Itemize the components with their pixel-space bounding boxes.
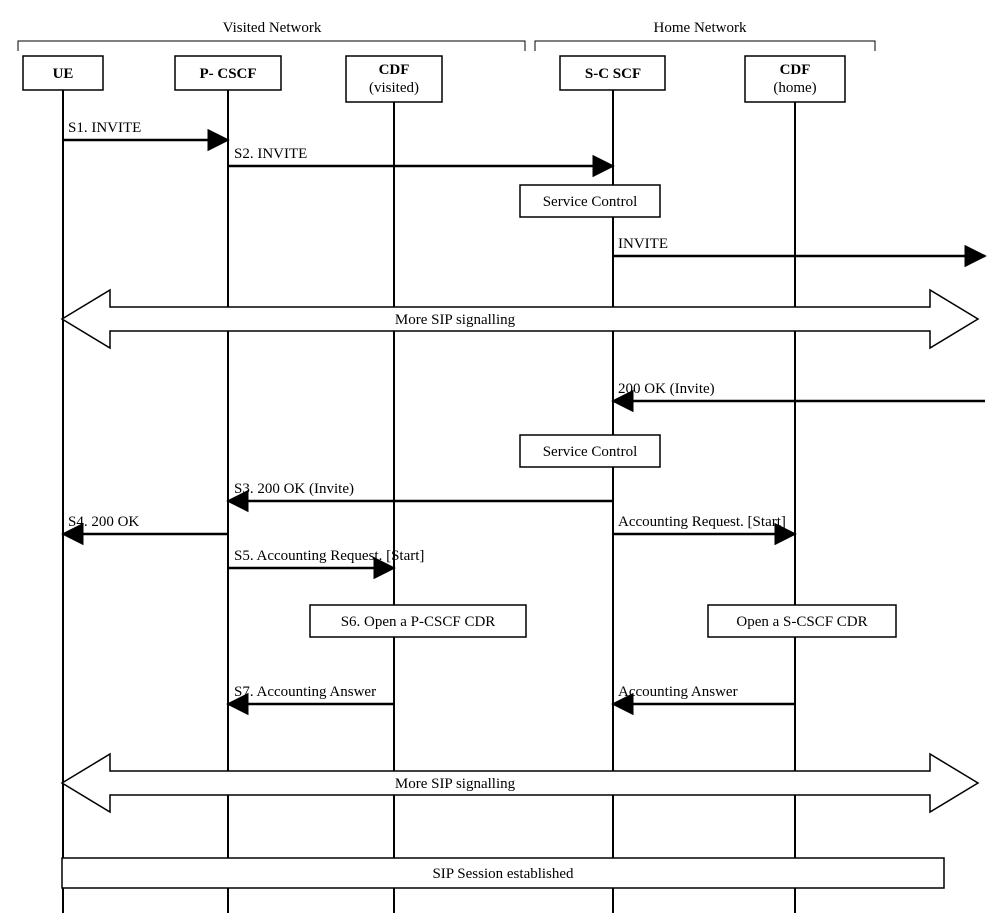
msg-s7: S7. Accounting Answer xyxy=(228,684,394,704)
visited-network-label: Visited Network xyxy=(223,20,322,36)
msg-s3: S3. 200 OK (Invite) xyxy=(228,481,613,501)
msg-s5-label: S5. Accounting Request. [Start] xyxy=(234,548,424,564)
msg-s1-label: S1. INVITE xyxy=(68,120,141,136)
msg-acct-req-home: Accounting Request. [Start] xyxy=(613,514,795,534)
msg-s7-label: S7. Accounting Answer xyxy=(234,684,376,700)
msg-s4: S4. 200 OK xyxy=(63,514,228,534)
box-open-scscf-cdr: Open a S-CSCF CDR xyxy=(708,605,896,637)
msg-acct-ans-home-label: Accounting Answer xyxy=(618,684,738,700)
msg-s3-label: S3. 200 OK (Invite) xyxy=(234,481,354,497)
home-network-label: Home Network xyxy=(654,20,747,36)
msg-s1: S1. INVITE xyxy=(63,120,228,140)
more-sip-2: More SIP signalling xyxy=(62,754,978,812)
box-session-established: SIP Session established xyxy=(62,858,944,888)
lifeline-cdf-visited-label: CDF xyxy=(379,62,410,78)
msg-acct-ans-home: Accounting Answer xyxy=(613,684,795,704)
more-sip-2-label: More SIP signalling xyxy=(395,776,516,792)
box-open-pcscf-cdr: S6. Open a P-CSCF CDR xyxy=(310,605,526,637)
svc-ctrl-1-label: Service Control xyxy=(543,194,638,210)
more-sip-1-label: More SIP signalling xyxy=(395,312,516,328)
box-service-control-1: Service Control xyxy=(520,185,660,217)
lifeline-pcscf-label: P- CSCF xyxy=(199,66,256,82)
session-established-label: SIP Session established xyxy=(432,866,574,882)
svc-ctrl-2-label: Service Control xyxy=(543,444,638,460)
box-open-scscf-cdr-label: Open a S-CSCF CDR xyxy=(736,614,867,630)
msg-200ok-in: 200 OK (Invite) xyxy=(613,381,985,401)
home-network-bracket: Home Network xyxy=(535,20,875,51)
more-sip-1: More SIP signalling xyxy=(62,290,978,348)
lifeline-scscf-label: S-C SCF xyxy=(585,66,641,82)
lifeline-cdf-home-sub: (home) xyxy=(773,80,816,96)
msg-s2: S2. INVITE xyxy=(228,146,613,166)
msg-s4-label: S4. 200 OK xyxy=(68,514,139,530)
msg-invite-out: INVITE xyxy=(613,236,985,256)
msg-invite-out-label: INVITE xyxy=(618,236,668,252)
visited-network-bracket: Visited Network xyxy=(18,20,525,51)
msg-200ok-in-label: 200 OK (Invite) xyxy=(618,381,715,397)
box-open-pcscf-cdr-label: S6. Open a P-CSCF CDR xyxy=(341,614,496,630)
lifeline-ue-label: UE xyxy=(53,66,74,82)
box-service-control-2: Service Control xyxy=(520,435,660,467)
msg-s2-label: S2. INVITE xyxy=(234,146,307,162)
lifeline-cdf-visited-sub: (visited) xyxy=(369,80,419,96)
msg-acct-req-home-label: Accounting Request. [Start] xyxy=(618,514,786,530)
lifeline-cdf-home-label: CDF xyxy=(780,62,811,78)
